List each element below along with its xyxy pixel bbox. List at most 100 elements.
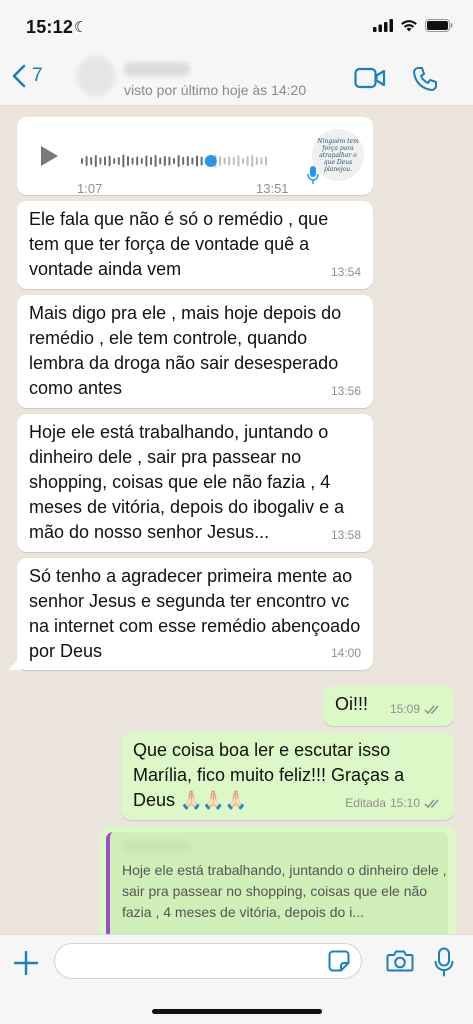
waveform-bar (99, 157, 102, 165)
message-bubble-incoming[interactable]: Só tenho a agradecer primeira mente ao s… (17, 558, 373, 670)
audio-waveform[interactable] (81, 153, 293, 169)
battery-icon (425, 19, 453, 32)
waveform-bar (108, 155, 111, 167)
waveform-bar (163, 156, 166, 166)
message-meta: 15:09 (390, 697, 442, 722)
waveform-bar (113, 158, 116, 164)
waveform-bar (200, 156, 203, 166)
unread-count: 7 (32, 65, 43, 86)
waveform-bar (255, 157, 258, 165)
waveform-bar (237, 155, 240, 167)
waveform-bar (265, 156, 267, 166)
voice-duration: 1:07 (77, 181, 103, 196)
moon-icon: ☾ (74, 19, 88, 36)
waveform-bar (232, 157, 235, 165)
waveform-bar (117, 157, 120, 165)
quoted-message[interactable]: Hoje ele está trabalhando, juntando o di… (106, 832, 448, 934)
waveform-bar (154, 155, 157, 167)
waveform-bar (122, 154, 125, 168)
microphone-icon (434, 947, 454, 977)
chat-header: 7 visto por último hoje às 14:20 (0, 52, 473, 106)
waveform-bar (94, 155, 97, 167)
waveform-bar (140, 158, 143, 164)
status-time: 15:12 (26, 17, 74, 37)
message-bubble-incoming[interactable]: Ele fala que não é só o remédio , que te… (17, 201, 373, 289)
message-text: Só tenho a agradecer primeira mente ao s… (29, 566, 361, 661)
message-text: Hoje ele está trabalhando, juntando o di… (29, 422, 345, 542)
message-input[interactable] (54, 943, 362, 979)
message-meta: Editada 15:10 (345, 791, 442, 816)
message-time: 13:58 (330, 528, 361, 542)
waveform-bar (191, 157, 194, 165)
waveform-bar (168, 156, 171, 166)
chevron-left-icon (12, 64, 26, 88)
quoted-author-redacted (122, 840, 192, 852)
waveform-bar (186, 156, 189, 166)
reply-bubble-outgoing[interactable]: Hoje ele está trabalhando, juntando o di… (100, 826, 456, 934)
playback-position-dot[interactable] (204, 155, 217, 167)
message-bubble-outgoing[interactable]: Oi!!! 15:09 (323, 686, 454, 726)
message-time: 14:00 (330, 646, 361, 660)
message-text: Mais digo pra ele , mais hoje depois do … (29, 303, 342, 398)
video-camera-icon (354, 67, 386, 89)
camera-icon (386, 950, 414, 972)
message-time: 13:54 (330, 265, 361, 279)
message-bubble-outgoing[interactable]: Que coisa boa ler e escutar isso Marília… (121, 732, 454, 820)
play-icon (41, 146, 58, 166)
last-seen-status: visto por último hoje às 14:20 (124, 82, 307, 98)
plus-icon (13, 950, 39, 976)
back-button[interactable]: 7 (12, 64, 43, 88)
waveform-bar (219, 156, 221, 166)
message-bubble-incoming[interactable]: Hoje ele está trabalhando, juntando o di… (17, 414, 373, 552)
attach-button[interactable] (13, 950, 39, 980)
waveform-bar (145, 155, 148, 167)
video-call-button[interactable] (354, 66, 386, 95)
waveform-bar (90, 157, 93, 165)
contact-avatar[interactable] (76, 56, 116, 96)
waveform-bar (136, 156, 139, 166)
voice-timestamp: 13:51 (256, 181, 289, 196)
waveform-bar (246, 156, 249, 166)
message-time: 13:56 (330, 384, 361, 398)
voice-record-button[interactable] (434, 947, 454, 982)
waveform-bar (150, 157, 152, 165)
sticker-button[interactable] (328, 950, 350, 977)
microphone-icon (307, 166, 319, 184)
double-check-icon (424, 799, 439, 809)
waveform-bar (242, 158, 244, 164)
play-button[interactable] (39, 145, 59, 174)
home-indicator (152, 1009, 322, 1014)
voice-call-button[interactable] (412, 66, 438, 97)
compose-bar (0, 934, 473, 1024)
avatar-caption: Ninguém tem força para atrapalhar o que … (317, 137, 359, 173)
message-text: Ele fala que não é só o remédio , que te… (29, 209, 329, 279)
voice-message: 1:07 13:51 Ninguém tem força para atrapa… (17, 117, 373, 196)
waveform-bar (81, 158, 83, 164)
camera-button[interactable] (386, 949, 414, 978)
edited-label: Editada (345, 796, 386, 810)
message-bubble-incoming[interactable]: Mais digo pra ele , mais hoje depois do … (17, 295, 373, 408)
message-time: 15:10 (389, 796, 420, 810)
status-bar: 15:12 ☾ (0, 0, 473, 52)
waveform-bar (127, 156, 129, 166)
signal-icon (373, 19, 393, 32)
waveform-bar (251, 155, 254, 167)
waveform-bar (228, 156, 231, 166)
waveform-bar (223, 157, 226, 165)
waveform-bar (159, 157, 162, 165)
sticker-icon (328, 950, 350, 972)
wifi-icon (401, 20, 417, 32)
waveform-bar (173, 158, 175, 164)
contact-name-redacted[interactable] (124, 62, 190, 76)
waveform-bar (260, 157, 263, 165)
status-icons (373, 19, 453, 32)
waveform-bar (131, 157, 134, 165)
message-time: 15:09 (389, 702, 420, 716)
waveform-bar (196, 155, 198, 167)
waveform-bar (182, 157, 185, 165)
waveform-bar (104, 156, 106, 166)
chat-area[interactable]: 1:07 13:51 Ninguém tem força para atrapa… (0, 107, 473, 934)
waveform-bar (85, 156, 88, 166)
waveform-bar (177, 155, 180, 167)
double-check-icon (424, 705, 439, 715)
